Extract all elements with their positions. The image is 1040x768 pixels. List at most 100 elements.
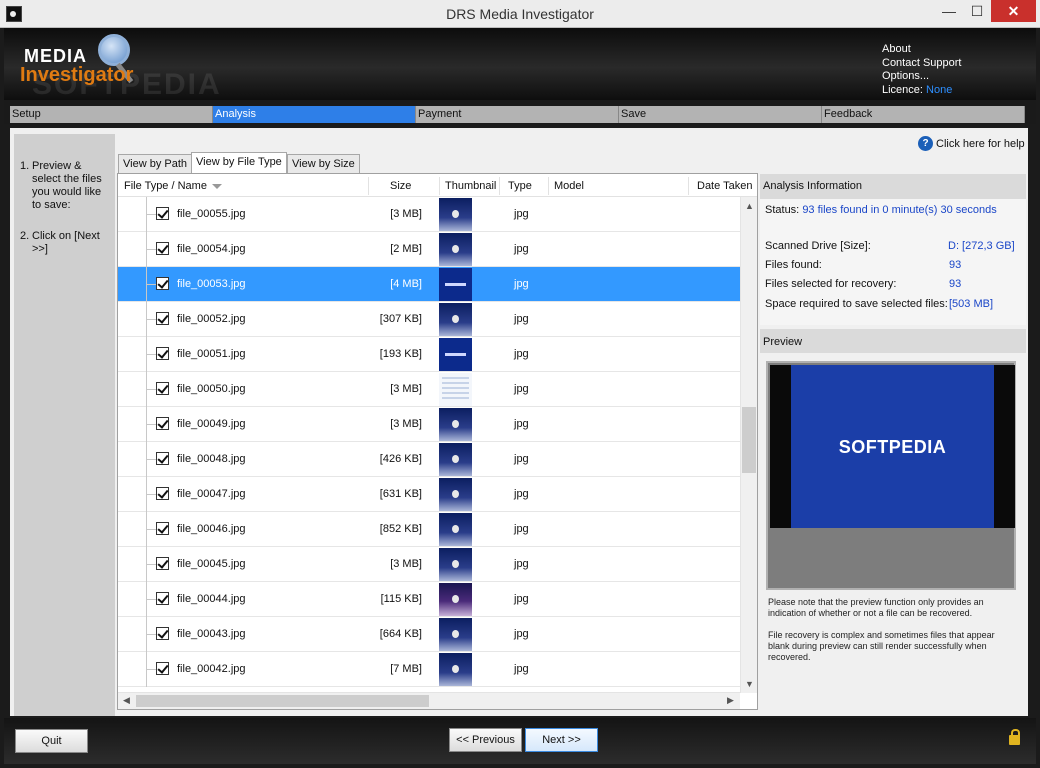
column-header-model[interactable]: Model (554, 180, 584, 192)
analysis-info-title: Analysis Information (760, 174, 1026, 199)
file-checkbox[interactable] (156, 347, 169, 360)
table-row[interactable]: file_00046.jpg [852 KB] jpg (118, 512, 740, 547)
header-links: About Contact Support Options... Licence… (882, 43, 962, 97)
file-checkbox[interactable] (156, 662, 169, 675)
previous-button[interactable]: << Previous (449, 728, 522, 752)
column-header-size[interactable]: Size (390, 180, 411, 192)
horizontal-scrollbar[interactable]: ◀ ▶ (118, 692, 740, 709)
file-size: [3 MB] (390, 208, 422, 220)
tree-branch (146, 599, 156, 600)
file-checkbox[interactable] (156, 557, 169, 570)
file-checkbox[interactable] (156, 487, 169, 500)
file-checkbox[interactable] (156, 592, 169, 605)
file-type: jpg (514, 488, 529, 500)
column-divider[interactable] (548, 177, 549, 195)
preview-title: Preview (760, 329, 1026, 353)
file-thumbnail[interactable] (439, 513, 472, 546)
file-checkbox[interactable] (156, 417, 169, 430)
file-checkbox[interactable] (156, 207, 169, 220)
file-checkbox[interactable] (156, 382, 169, 395)
minimize-icon[interactable]: — (935, 0, 963, 22)
file-type: jpg (514, 593, 529, 605)
file-name: file_00047.jpg (177, 488, 246, 500)
file-thumbnail[interactable] (439, 443, 472, 476)
column-divider[interactable] (439, 177, 440, 195)
file-thumbnail[interactable] (439, 583, 472, 616)
file-size: [307 KB] (379, 313, 422, 325)
file-thumbnail[interactable] (439, 373, 472, 406)
tab-view-by-path[interactable]: View by Path (118, 154, 193, 173)
file-thumbnail[interactable] (439, 198, 472, 231)
file-thumbnail[interactable] (439, 408, 472, 441)
contact-support-link[interactable]: Contact Support (882, 57, 962, 71)
space-required-label: Space required to save selected files: (765, 298, 948, 310)
file-checkbox[interactable] (156, 312, 169, 325)
file-type: jpg (514, 348, 529, 360)
file-thumbnail[interactable] (439, 548, 472, 581)
column-header-date-taken[interactable]: Date Taken (697, 180, 752, 192)
close-icon[interactable]: ✕ (991, 0, 1036, 22)
table-row[interactable]: file_00055.jpg [3 MB] jpg (118, 197, 740, 232)
table-row[interactable]: file_00044.jpg [115 KB] jpg (118, 582, 740, 617)
status-value: 93 files found in 0 minute(s) 30 seconds (802, 204, 997, 216)
table-row[interactable]: file_00047.jpg [631 KB] jpg (118, 477, 740, 512)
tab-view-by-size[interactable]: View by Size (287, 154, 360, 173)
table-row[interactable]: file_00051.jpg [193 KB] jpg (118, 337, 740, 372)
tree-branch (146, 529, 156, 530)
column-header-type[interactable]: Type (508, 180, 532, 192)
step-setup[interactable]: Setup (10, 106, 213, 123)
file-thumbnail[interactable] (439, 618, 472, 651)
maximize-icon[interactable]: ☐ (963, 0, 991, 22)
instructions-panel: 1. Preview & select the files you would … (14, 134, 115, 716)
column-divider[interactable] (688, 177, 689, 195)
help-icon[interactable]: ? (918, 136, 933, 151)
analysis-info-body: Status: 93 files found in 0 minute(s) 30… (760, 199, 1026, 325)
file-thumbnail[interactable] (439, 653, 472, 686)
file-checkbox[interactable] (156, 277, 169, 290)
step-analysis[interactable]: Analysis (213, 106, 416, 123)
file-thumbnail[interactable] (439, 268, 472, 301)
column-divider[interactable] (368, 177, 369, 195)
file-thumbnail[interactable] (439, 303, 472, 336)
table-row[interactable]: file_00049.jpg [3 MB] jpg (118, 407, 740, 442)
table-row[interactable]: file_00043.jpg [664 KB] jpg (118, 617, 740, 652)
next-button[interactable]: Next >> (525, 728, 598, 752)
scroll-up-icon[interactable]: ▲ (741, 201, 757, 211)
scroll-left-icon[interactable]: ◀ (118, 695, 135, 706)
table-row[interactable]: file_00042.jpg [7 MB] jpg (118, 652, 740, 687)
column-header-thumbnail[interactable]: Thumbnail (445, 180, 496, 192)
tab-view-by-file-type[interactable]: View by File Type (191, 152, 287, 173)
help-text[interactable]: Click here for help (936, 138, 1025, 150)
file-checkbox[interactable] (156, 452, 169, 465)
horizontal-scroll-thumb[interactable] (136, 695, 429, 707)
options-link[interactable]: Options... (882, 70, 962, 84)
scroll-down-icon[interactable]: ▼ (741, 679, 757, 689)
quit-button[interactable]: Quit (15, 729, 88, 753)
file-size: [3 MB] (390, 418, 422, 430)
table-row[interactable]: file_00054.jpg [2 MB] jpg (118, 232, 740, 267)
table-row[interactable]: file_00053.jpg [4 MB] jpg (118, 267, 740, 302)
about-link[interactable]: About (882, 43, 962, 57)
column-header-name[interactable]: File Type / Name (124, 180, 222, 192)
licence-value[interactable]: None (926, 84, 952, 96)
table-row[interactable]: file_00050.jpg [3 MB] jpg (118, 372, 740, 407)
column-divider[interactable] (499, 177, 500, 195)
file-checkbox[interactable] (156, 522, 169, 535)
file-checkbox[interactable] (156, 627, 169, 640)
scroll-right-icon[interactable]: ▶ (722, 695, 739, 706)
step-feedback[interactable]: Feedback (822, 106, 1025, 123)
file-checkbox[interactable] (156, 242, 169, 255)
file-thumbnail[interactable] (439, 338, 472, 371)
table-row[interactable]: file_00052.jpg [307 KB] jpg (118, 302, 740, 337)
step-payment[interactable]: Payment (416, 106, 619, 123)
step-save[interactable]: Save (619, 106, 822, 123)
table-row[interactable]: file_00045.jpg [3 MB] jpg (118, 547, 740, 582)
file-thumbnail[interactable] (439, 233, 472, 266)
file-thumbnail[interactable] (439, 478, 472, 511)
instruction-text: Preview & select the files you would lik… (32, 160, 102, 211)
help-link[interactable]: ? Click here for help (918, 136, 1025, 151)
status-label: Status: (765, 204, 800, 216)
vertical-scroll-thumb[interactable] (742, 407, 756, 473)
table-row[interactable]: file_00048.jpg [426 KB] jpg (118, 442, 740, 477)
vertical-scrollbar[interactable]: ▲ ▼ (740, 197, 757, 693)
